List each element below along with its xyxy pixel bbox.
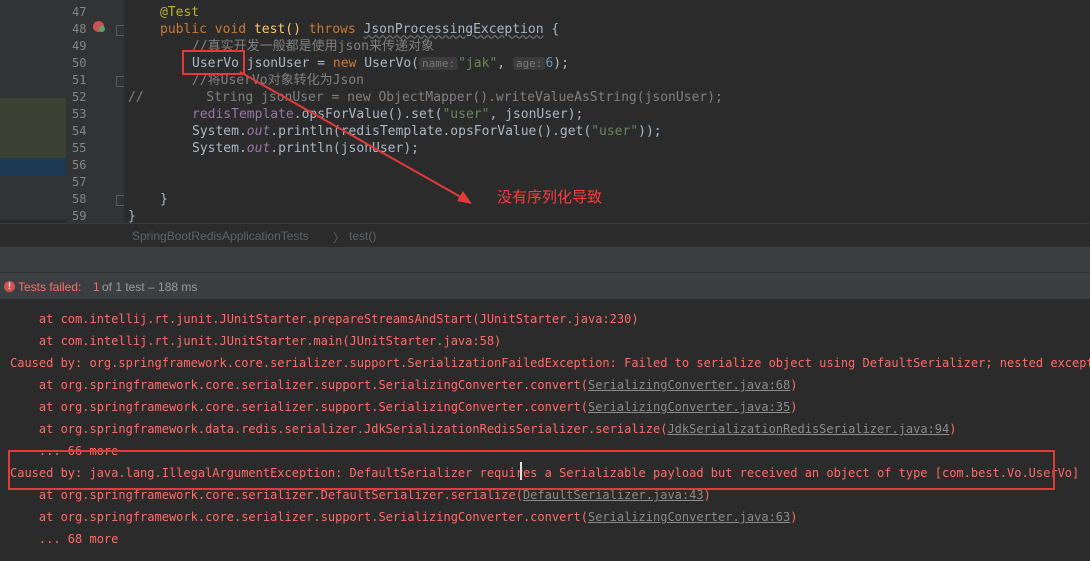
class-ref: System. [192, 124, 247, 139]
comma: , [497, 56, 506, 71]
text-caret [520, 462, 522, 480]
highlight-box-exception [8, 450, 1055, 490]
source-link[interactable]: SerializingConverter.java:35 [588, 400, 790, 414]
method-name: test() [253, 22, 301, 37]
operator: = [317, 56, 326, 71]
breadcrumb-separator: 〉 [333, 231, 346, 245]
constructor-call: UserVo( [364, 56, 420, 71]
source-link[interactable]: SerializingConverter.java:63 [588, 510, 790, 524]
source-link[interactable]: DefaultSerializer.java:43 [523, 488, 704, 502]
test-status-bar: ! Tests failed: 1 of 1 test – 188 ms [0, 273, 1090, 299]
annotation-note: 没有序列化导致 [497, 188, 603, 206]
keyword: void [214, 22, 247, 37]
comment-marker: // [128, 90, 144, 105]
tests-failed-label: Tests failed: [18, 280, 82, 294]
breadcrumb: SpringBootRedisApplicationTests 〉 test() [0, 223, 1090, 248]
method-call: set [411, 107, 435, 122]
highlight-box-uservo [182, 50, 245, 75]
tool-window-header [0, 247, 1090, 273]
exception-type: JsonProcessingException [363, 22, 544, 37]
string-literal: "jak" [458, 56, 498, 71]
breadcrumb-method[interactable]: test() [349, 229, 376, 243]
line-number: 52 [72, 90, 87, 104]
line-number: 56 [72, 158, 87, 172]
param-hint: name: [419, 57, 459, 70]
console-line: at org.springframework.data.redis.serial… [10, 422, 957, 436]
breadcrumb-class[interactable]: SpringBootRedisApplicationTests [132, 229, 309, 243]
console-line: at org.springframework.core.serializer.s… [10, 378, 798, 392]
code-line-58: } [160, 192, 168, 207]
code-line-55: System.out.println(jsonUser); [192, 140, 419, 157]
line-number: 47 [72, 5, 87, 19]
punct: )); [638, 124, 662, 139]
line-number: 58 [72, 192, 87, 206]
static-field: out [246, 141, 271, 156]
console-line: at com.intellij.rt.junit.JUnitStarter.pr… [10, 312, 639, 326]
test-summary: of 1 test – 188 ms [102, 280, 198, 294]
code-line-47: @Test [160, 4, 199, 21]
code-line-48: public void test() throws JsonProcessing… [160, 21, 559, 38]
variable: jsonUser [246, 56, 310, 71]
commented-code: String jsonUser = new ObjectMapper().wri… [206, 90, 723, 105]
string-literal: "user" [591, 124, 639, 139]
field: redisTemplate [192, 107, 294, 122]
keyword: new [332, 56, 357, 71]
statement-end: ); [553, 56, 569, 71]
line-number: 50 [72, 56, 87, 70]
code-line-50: UserVo jsonUser = new UserVo(name: "jak",… [192, 55, 569, 72]
method-call: .println(redisTemplate.opsForValue().get… [270, 124, 592, 139]
param-hint: age: [512, 57, 546, 70]
method-call: .println(jsonUser); [270, 141, 419, 156]
console-line: at com.intellij.rt.junit.JUnitStarter.ma… [10, 334, 502, 348]
annotation: @Test [160, 5, 200, 20]
line-number: 53 [72, 107, 87, 121]
failed-count: 1 [93, 280, 100, 294]
code-line-53: redisTemplate.opsForValue().set("user", … [192, 106, 583, 123]
source-link[interactable]: JdkSerializationRedisSerializer.java:94 [667, 422, 949, 436]
console-line: at org.springframework.core.serializer.s… [10, 400, 798, 414]
code-line-52: // String jsonUser = new ObjectMapper().… [128, 89, 723, 106]
panel-selection-block [0, 98, 66, 158]
project-panel-edge [0, 0, 66, 220]
line-number: 57 [72, 175, 87, 189]
line-number: 55 [72, 141, 87, 155]
line-number: 49 [72, 39, 87, 53]
error-icon: ! [4, 281, 15, 292]
code-line-54: System.out.println(redisTemplate.opsForV… [192, 123, 662, 140]
line-number: 51 [72, 73, 87, 87]
punct: (). [387, 107, 412, 122]
class-ref: System. [192, 141, 247, 156]
console-line: at org.springframework.core.serializer.s… [10, 510, 798, 524]
run-test-icon[interactable] [93, 21, 105, 32]
static-field: out [246, 124, 271, 139]
source-link[interactable]: SerializingConverter.java:68 [588, 378, 790, 392]
console-line: Caused by: org.springframework.core.seri… [10, 356, 1090, 370]
line-number: 54 [72, 124, 87, 138]
string-literal: "user" [442, 107, 490, 122]
line-number: 48 [72, 22, 87, 36]
brace: { [551, 22, 560, 37]
keyword: throws [308, 22, 356, 37]
keyword: public [160, 22, 207, 37]
punct: , jsonUser); [489, 107, 584, 122]
method-call: .opsForValue [293, 107, 388, 122]
panel-selected-row [0, 158, 66, 176]
console-line: ... 68 more [10, 532, 119, 546]
